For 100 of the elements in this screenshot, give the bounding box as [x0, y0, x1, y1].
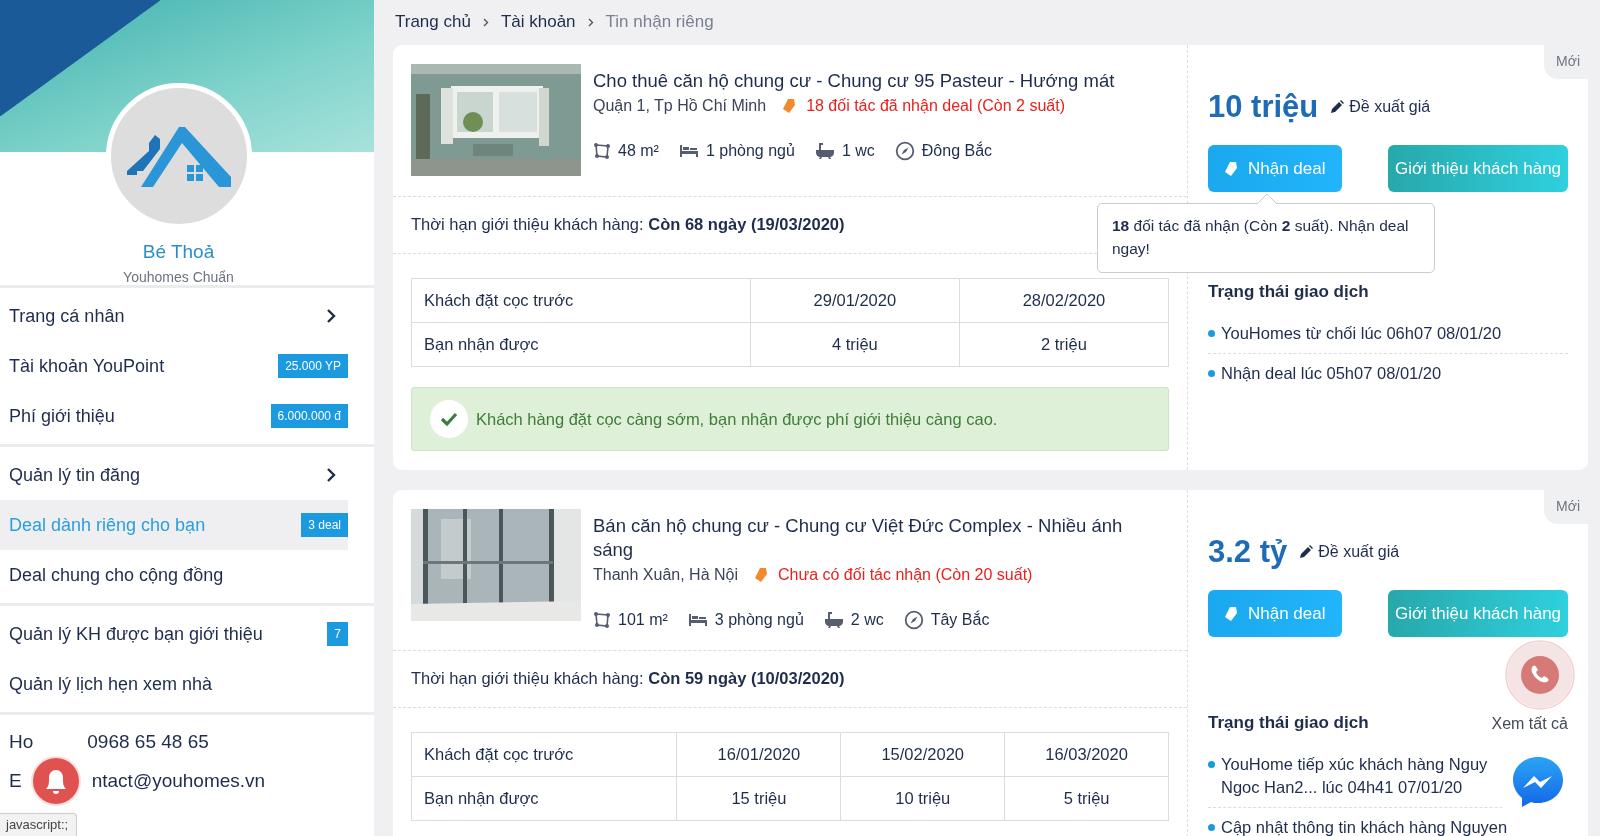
- breadcrumb-link[interactable]: Trang chủ: [395, 12, 471, 32]
- compass-icon: [894, 141, 915, 161]
- menu-label: Quản lý lịch hẹn xem nhà: [9, 673, 213, 695]
- status-bar: javascript:;: [0, 813, 78, 836]
- contact-label: Ho: [9, 731, 34, 753]
- deadline-value: Còn 68 ngày (19/03/2020): [648, 215, 845, 233]
- table-cell: 16/03/2020: [1004, 732, 1169, 777]
- chevron-icon: [587, 17, 594, 27]
- compass-icon: [903, 610, 924, 630]
- tooltip-arrow: [1257, 194, 1277, 204]
- feature-text: 3 phòng ngủ: [714, 611, 804, 629]
- deadline-label: Thời hạn giới thiệu khách hàng:: [411, 669, 644, 687]
- bed-icon: [678, 144, 699, 158]
- menu-label: Quản lý tin đăng: [9, 464, 141, 486]
- feature-text: Tây Bắc: [930, 611, 990, 629]
- deadline-value: Còn 59 ngày (10/03/2020): [648, 669, 845, 687]
- partners-note: 18 đối tác đã nhận deal (Còn 2 suất): [806, 97, 1065, 115]
- listing-title[interactable]: Bán căn hộ chung cư - Chung cư Việt Đức Complex - Nhiều ánh sáng: [593, 514, 1153, 562]
- menu-label: Quản lý KH được bạn giới thiệu: [9, 623, 263, 645]
- bullet-dot: [1208, 370, 1215, 377]
- table-cell: 15/02/2020: [840, 732, 1005, 777]
- menu-item[interactable]: Trang cá nhân: [0, 291, 348, 341]
- view-all-link[interactable]: Xem tất cả: [1491, 715, 1568, 733]
- table-cell: 2 triệu: [959, 322, 1169, 367]
- price: 3.2 tỷ: [1208, 534, 1288, 570]
- new-badge: Mới: [1544, 45, 1588, 79]
- status-heading: Trạng thái giao dịch: [1208, 713, 1369, 733]
- price: 10 triệu: [1208, 89, 1319, 125]
- bullet-dot: [1208, 330, 1215, 337]
- menu-label: Tài khoản YouPoint: [9, 355, 165, 377]
- status-heading: Trạng thái giao dịch: [1208, 282, 1369, 302]
- table-cell: 28/02/2020: [959, 278, 1169, 323]
- feature-text: 1 wc: [841, 142, 875, 160]
- feature-text: 2 wc: [850, 611, 884, 629]
- table-cell: 5 triệu: [1004, 776, 1169, 821]
- breadcrumb-current: Tin nhận riêng: [605, 12, 714, 32]
- count-badge: 7: [327, 622, 348, 646]
- notice-text: Khách hàng đặt cọc càng sớm, bạn nhận được phí giới thiệu càng cao.: [476, 409, 998, 429]
- count-badge: 25.000 YP: [278, 354, 348, 378]
- area-icon: [593, 142, 611, 160]
- feature-text: 1 phòng ngủ: [705, 142, 795, 160]
- user-name: Bé Thoả: [142, 241, 215, 263]
- table-cell: Bạn nhận được: [411, 776, 677, 821]
- contact-label: E: [9, 770, 22, 792]
- breadcrumb-link[interactable]: Tài khoản: [500, 12, 576, 32]
- listing-location: Quận 1, Tp Hồ Chí Minh: [593, 97, 767, 115]
- new-badge: Mới: [1544, 490, 1588, 524]
- propose-price-link[interactable]: Đề xuất giá: [1330, 98, 1431, 116]
- pencil-icon: [1330, 100, 1345, 114]
- menu-item[interactable]: Quản lý tin đăng: [0, 450, 348, 500]
- table-cell: 16/01/2020: [677, 732, 841, 777]
- tag-icon: [1224, 605, 1238, 622]
- table-cell: Khách đặt cọc trước: [411, 732, 677, 777]
- status-entry: YouHomes từ chối lúc 06h07 08/01/20: [1221, 323, 1502, 344]
- status-entry: Nhận deal lúc 05h07 08/01/20: [1221, 363, 1442, 384]
- pencil-icon: [1299, 545, 1314, 559]
- menu-label: Deal chung cho cộng đồng: [9, 564, 224, 586]
- contact-value: ntact@youhomes.vn: [91, 770, 266, 792]
- status-entry: Cập nhật thông tin khách hàng Nguyen: [1221, 817, 1508, 836]
- table-cell: 15 triệu: [677, 776, 841, 821]
- user-rank: Youhomes Chuẩn: [123, 269, 234, 285]
- tag-icon: [782, 98, 797, 114]
- phone-call-button[interactable]: [1505, 640, 1575, 710]
- contact-value: 0968 65 48 65: [87, 731, 209, 753]
- chevron-icon: [482, 17, 489, 27]
- table-cell: Bạn nhận được: [411, 322, 751, 367]
- tooltip: 18 đối tác đã nhận (Còn 2 suất). Nhận deal ngay!: [1097, 203, 1435, 273]
- chevron-icon: [326, 467, 336, 483]
- listing-title[interactable]: Cho thuê căn hộ chung cư - Chung cư 95 Pasteur - Hướng mát: [593, 69, 1153, 93]
- partners-note: Chưa có đối tác nhận (Còn 20 suất): [778, 566, 1033, 584]
- deadline-label: Thời hạn giới thiệu khách hàng:: [411, 215, 644, 233]
- feature-text: 101 m²: [618, 611, 668, 629]
- bullet-dot: [1208, 824, 1215, 831]
- bathtub-icon: [823, 611, 844, 629]
- table-cell: Khách đặt cọc trước: [411, 278, 751, 323]
- table-cell: 10 triệu: [840, 776, 1005, 821]
- table-cell: 4 triệu: [750, 322, 960, 367]
- check-icon: [430, 400, 468, 438]
- bullet-dot: [1208, 761, 1215, 768]
- menu-item[interactable]: Phí giới thiệu 6.000.000 đ: [0, 391, 348, 441]
- propose-price-link[interactable]: Đề xuất giá: [1299, 543, 1400, 561]
- table-cell: 29/01/2020: [750, 278, 960, 323]
- menu-item[interactable]: Quản lý KH được bạn giới thiệu 7: [0, 609, 348, 659]
- house-logo-icon: [126, 125, 231, 187]
- feature-text: Đông Bắc: [921, 142, 993, 160]
- listing-location: Thanh Xuân, Hà Nội: [593, 566, 738, 584]
- tag-icon: [754, 567, 768, 583]
- menu-label: Trang cá nhân: [9, 305, 125, 327]
- menu-label: Phí giới thiệu: [9, 405, 115, 427]
- menu-item[interactable]: Tài khoản YouPoint 25.000 YP: [0, 341, 348, 391]
- bathtub-icon: [814, 142, 835, 160]
- status-entry: YouHome tiếp xúc khách hàng Nguy Ngoc Han2... lúc 04h41 07/01/20: [1221, 754, 1488, 798]
- menu-item[interactable]: Deal chung cho cộng đồng: [0, 550, 348, 600]
- feature-text: 48 m²: [618, 142, 659, 160]
- menu-label: Deal dành riêng cho bạn: [9, 514, 206, 536]
- area-icon: [593, 611, 611, 629]
- chevron-icon: [326, 308, 336, 324]
- count-badge: 6.000.000 đ: [270, 404, 348, 428]
- tag-icon: [1224, 160, 1238, 177]
- menu-item[interactable]: Quản lý lịch hẹn xem nhà: [0, 659, 348, 709]
